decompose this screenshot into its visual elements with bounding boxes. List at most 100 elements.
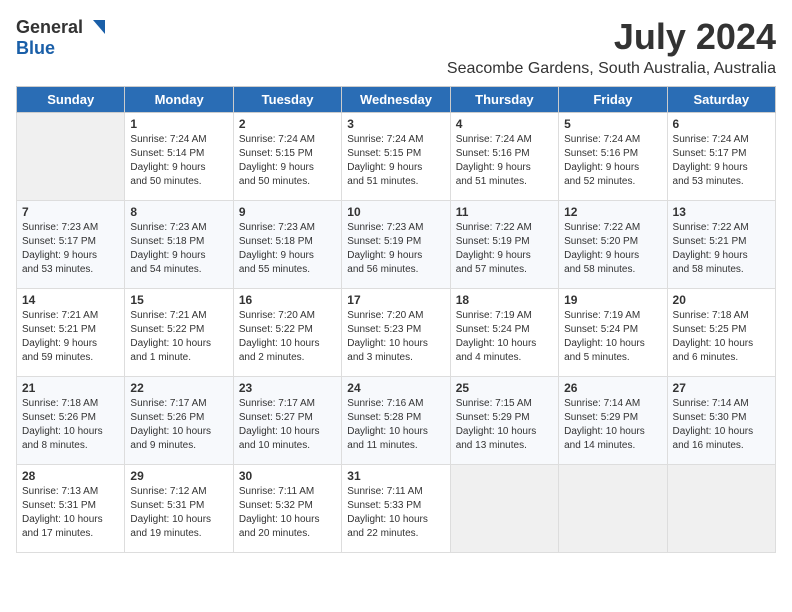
day-info: Sunrise: 7:11 AM Sunset: 5:33 PM Dayligh… [347,485,444,541]
day-info: Sunrise: 7:20 AM Sunset: 5:22 PM Dayligh… [239,309,336,365]
day-info: Sunrise: 7:23 AM Sunset: 5:17 PM Dayligh… [22,221,119,277]
table-row: 15 Sunrise: 7:21 AM Sunset: 5:22 PM Dayli… [125,289,233,377]
day-number: 15 [130,293,227,307]
table-row: 12 Sunrise: 7:22 AM Sunset: 5:20 PM Dayli… [559,201,667,289]
day-number: 26 [564,381,661,395]
calendar-header-row: Sunday Monday Tuesday Wednesday Thursday… [17,87,776,113]
day-number: 2 [239,117,336,131]
day-info: Sunrise: 7:23 AM Sunset: 5:18 PM Dayligh… [130,221,227,277]
day-number: 27 [673,381,770,395]
day-info: Sunrise: 7:24 AM Sunset: 5:14 PM Dayligh… [130,133,227,189]
calendar-week-row: 28Sunrise: 7:13 AM Sunset: 5:31 PM Dayli… [17,465,776,553]
table-row: 28Sunrise: 7:13 AM Sunset: 5:31 PM Dayli… [17,465,125,553]
logo: General Blue [16,16,107,59]
table-row: 25 Sunrise: 7:15 AM Sunset: 5:29 PM Dayli… [450,377,558,465]
location-subtitle: Seacombe Gardens, South Australia, Austr… [447,60,776,78]
table-row: 22 Sunrise: 7:17 AM Sunset: 5:26 PM Dayli… [125,377,233,465]
calendar-week-row: 7 Sunrise: 7:23 AM Sunset: 5:17 PM Daylig… [17,201,776,289]
day-info: Sunrise: 7:15 AM Sunset: 5:29 PM Dayligh… [456,397,553,453]
table-row: 27 Sunrise: 7:14 AM Sunset: 5:30 PM Dayli… [667,377,775,465]
logo-general-text: General [16,17,83,38]
day-number: 10 [347,205,444,219]
day-info: Sunrise: 7:17 AM Sunset: 5:26 PM Dayligh… [130,397,227,453]
day-number: 16 [239,293,336,307]
day-info: Sunrise: 7:21 AM Sunset: 5:22 PM Dayligh… [130,309,227,365]
table-row: 31 Sunrise: 7:11 AM Sunset: 5:33 PM Dayli… [342,465,450,553]
day-number: 6 [673,117,770,131]
day-info: Sunrise: 7:23 AM Sunset: 5:18 PM Dayligh… [239,221,336,277]
table-row: 20 Sunrise: 7:18 AM Sunset: 5:25 PM Dayli… [667,289,775,377]
col-tuesday: Tuesday [233,87,341,113]
day-info: Sunrise: 7:24 AM Sunset: 5:16 PM Dayligh… [564,133,661,189]
day-info: Sunrise: 7:12 AM Sunset: 5:31 PM Dayligh… [130,485,227,541]
table-row: 30 Sunrise: 7:11 AM Sunset: 5:32 PM Dayli… [233,465,341,553]
day-info: Sunrise: 7:22 AM Sunset: 5:20 PM Dayligh… [564,221,661,277]
day-info: Sunrise: 7:14 AM Sunset: 5:30 PM Dayligh… [673,397,770,453]
day-info: Sunrise: 7:22 AM Sunset: 5:21 PM Dayligh… [673,221,770,277]
day-info: Sunrise: 7:18 AM Sunset: 5:26 PM Dayligh… [22,397,119,453]
table-row [450,465,558,553]
day-number: 5 [564,117,661,131]
day-info: Sunrise: 7:22 AM Sunset: 5:19 PM Dayligh… [456,221,553,277]
day-info: Sunrise: 7:16 AM Sunset: 5:28 PM Dayligh… [347,397,444,453]
day-info: Sunrise: 7:24 AM Sunset: 5:15 PM Dayligh… [347,133,444,189]
table-row: 14 Sunrise: 7:21 AM Sunset: 5:21 PM Dayli… [17,289,125,377]
table-row: 16 Sunrise: 7:20 AM Sunset: 5:22 PM Dayli… [233,289,341,377]
day-number: 13 [673,205,770,219]
table-row: 18Sunrise: 7:19 AM Sunset: 5:24 PM Dayli… [450,289,558,377]
table-row: 10 Sunrise: 7:23 AM Sunset: 5:19 PM Dayli… [342,201,450,289]
table-row: 5 Sunrise: 7:24 AM Sunset: 5:16 PM Daylig… [559,113,667,201]
day-number: 29 [130,469,227,483]
table-row: 29 Sunrise: 7:12 AM Sunset: 5:31 PM Dayli… [125,465,233,553]
col-sunday: Sunday [17,87,125,113]
day-number: 20 [673,293,770,307]
table-row: 4Sunrise: 7:24 AM Sunset: 5:16 PM Daylig… [450,113,558,201]
table-row: 8Sunrise: 7:23 AM Sunset: 5:18 PM Daylig… [125,201,233,289]
day-number: 22 [130,381,227,395]
day-info: Sunrise: 7:24 AM Sunset: 5:16 PM Dayligh… [456,133,553,189]
col-friday: Friday [559,87,667,113]
table-row [17,113,125,201]
day-number: 25 [456,381,553,395]
day-info: Sunrise: 7:23 AM Sunset: 5:19 PM Dayligh… [347,221,444,277]
table-row: 24 Sunrise: 7:16 AM Sunset: 5:28 PM Dayli… [342,377,450,465]
day-info: Sunrise: 7:19 AM Sunset: 5:24 PM Dayligh… [564,309,661,365]
table-row: 21Sunrise: 7:18 AM Sunset: 5:26 PM Dayli… [17,377,125,465]
col-monday: Monday [125,87,233,113]
day-number: 31 [347,469,444,483]
page-header: General Blue July 2024 Seacombe Gardens,… [16,16,776,78]
table-row: 17Sunrise: 7:20 AM Sunset: 5:23 PM Dayli… [342,289,450,377]
day-number: 7 [22,205,119,219]
day-info: Sunrise: 7:18 AM Sunset: 5:25 PM Dayligh… [673,309,770,365]
table-row: 3 Sunrise: 7:24 AM Sunset: 5:15 PM Daylig… [342,113,450,201]
title-section: July 2024 Seacombe Gardens, South Austra… [447,16,776,78]
day-number: 17 [347,293,444,307]
day-info: Sunrise: 7:11 AM Sunset: 5:32 PM Dayligh… [239,485,336,541]
table-row: 19 Sunrise: 7:19 AM Sunset: 5:24 PM Dayli… [559,289,667,377]
day-info: Sunrise: 7:21 AM Sunset: 5:21 PM Dayligh… [22,309,119,365]
day-info: Sunrise: 7:13 AM Sunset: 5:31 PM Dayligh… [22,485,119,541]
month-year-title: July 2024 [447,16,776,58]
table-row: 13 Sunrise: 7:22 AM Sunset: 5:21 PM Dayli… [667,201,775,289]
table-row [559,465,667,553]
calendar-week-row: 1 Sunrise: 7:24 AM Sunset: 5:14 PM Daylig… [17,113,776,201]
table-row: 1 Sunrise: 7:24 AM Sunset: 5:14 PM Daylig… [125,113,233,201]
col-wednesday: Wednesday [342,87,450,113]
day-number: 14 [22,293,119,307]
day-info: Sunrise: 7:24 AM Sunset: 5:15 PM Dayligh… [239,133,336,189]
calendar-week-row: 21Sunrise: 7:18 AM Sunset: 5:26 PM Dayli… [17,377,776,465]
day-info: Sunrise: 7:17 AM Sunset: 5:27 PM Dayligh… [239,397,336,453]
day-number: 12 [564,205,661,219]
day-number: 19 [564,293,661,307]
day-number: 23 [239,381,336,395]
day-number: 30 [239,469,336,483]
table-row: 2 Sunrise: 7:24 AM Sunset: 5:15 PM Daylig… [233,113,341,201]
table-row: 26 Sunrise: 7:14 AM Sunset: 5:29 PM Dayli… [559,377,667,465]
col-saturday: Saturday [667,87,775,113]
calendar-table: Sunday Monday Tuesday Wednesday Thursday… [16,86,776,553]
day-info: Sunrise: 7:14 AM Sunset: 5:29 PM Dayligh… [564,397,661,453]
day-number: 1 [130,117,227,131]
day-number: 3 [347,117,444,131]
day-number: 24 [347,381,444,395]
table-row: 6Sunrise: 7:24 AM Sunset: 5:17 PM Daylig… [667,113,775,201]
